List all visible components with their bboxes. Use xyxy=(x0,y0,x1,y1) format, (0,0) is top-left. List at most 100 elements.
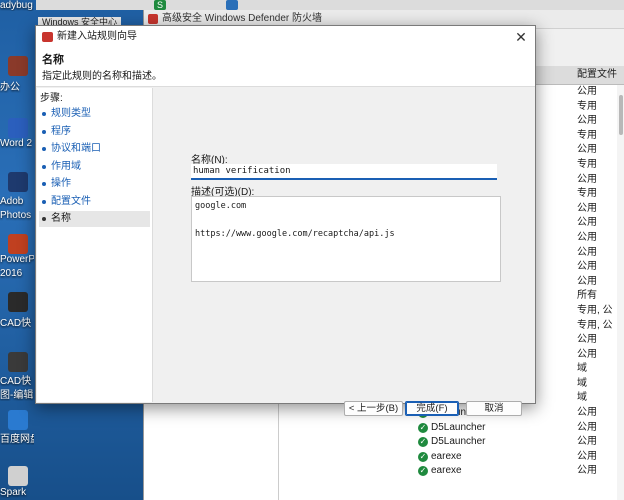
rule-profile: 专用, 公 xyxy=(577,319,613,331)
new-inbound-rule-wizard: 新建入站规则向导 ✕ 名称 指定此规则的名称和描述。 步骤: 规则类型程序协议和… xyxy=(35,25,536,416)
desktop-icon-label[interactable]: PowerP xyxy=(0,254,34,265)
step-label: 协议和端口 xyxy=(51,143,101,154)
rule-profile: 专用 xyxy=(577,129,597,141)
rule-profile: 专用 xyxy=(577,100,597,112)
firewall-rule-icon xyxy=(42,32,53,42)
bullet-icon xyxy=(42,182,46,186)
rule-profile: 专用 xyxy=(577,158,597,170)
rule-name: D5Launcher xyxy=(431,436,486,448)
rule-profile: 公用 xyxy=(577,465,597,477)
wizard-header: 名称 指定此规则的名称和描述。 xyxy=(36,48,535,87)
scrollbar-thumb[interactable] xyxy=(619,95,623,135)
description-field[interactable]: google.com https://www.google.com/recapt… xyxy=(191,196,501,282)
rule-profile: 域 xyxy=(577,392,587,404)
desktop-app-tile[interactable] xyxy=(8,466,28,486)
rule-profile: 公用 xyxy=(577,436,597,448)
bullet-icon xyxy=(42,147,46,151)
step-item[interactable]: 配置文件 xyxy=(39,194,150,210)
background-taskbar-strip: S xyxy=(36,0,624,10)
desktop-app-tile[interactable] xyxy=(8,292,28,312)
desktop-icon-label[interactable]: CAD快 xyxy=(0,372,34,387)
desktop-icon-label[interactable]: Adob xyxy=(0,196,34,207)
page-subtitle: 指定此规则的名称和描述。 xyxy=(42,71,162,82)
desktop-icon-label[interactable]: adybug xyxy=(0,0,34,11)
rule-profile: 专用 xyxy=(577,188,597,200)
rule-profile: 公用 xyxy=(577,217,597,229)
rule-profile: 所有 xyxy=(577,290,597,302)
rule-profile: 公用 xyxy=(577,246,597,258)
desktop-icon-label[interactable]: Word 2 xyxy=(0,138,34,149)
step-item[interactable]: 操作 xyxy=(39,176,150,192)
rule-profile: 域 xyxy=(577,363,587,375)
rule-profile: 公用 xyxy=(577,348,597,360)
desktop-app-tile[interactable] xyxy=(8,172,28,192)
wizard-titlebar[interactable]: 新建入站规则向导 ✕ xyxy=(36,26,535,48)
cancel-button[interactable]: 取消 xyxy=(466,401,522,416)
step-item[interactable]: 作用域 xyxy=(39,159,150,175)
table-row[interactable]: ✓D5Launcher 公用 xyxy=(279,421,624,436)
firewall-shield-icon xyxy=(148,14,158,24)
wizard-content: 名称(N): human verification 描述(可选)(D): goo… xyxy=(153,88,534,416)
back-button[interactable]: < 上一步(B) xyxy=(344,401,403,416)
rule-profile: 公用 xyxy=(577,334,597,346)
enabled-check-icon: ✓ xyxy=(418,451,428,462)
desktop-app-tile[interactable] xyxy=(8,234,28,254)
rule-profile: 公用 xyxy=(577,115,597,127)
desktop-icon-label[interactable]: 百度网盘 xyxy=(0,430,34,445)
rule-name: earexe xyxy=(431,450,462,462)
firewall-window-title: 高级安全 Windows Defender 防火墙 xyxy=(162,13,323,24)
step-item[interactable]: 名称 xyxy=(39,211,150,227)
table-row[interactable]: ✓ earexe 公用 xyxy=(279,450,624,465)
step-label: 名称 xyxy=(51,213,71,224)
wizard-title: 新建入站规则向导 xyxy=(57,31,137,42)
step-label: 操作 xyxy=(51,178,71,189)
step-item[interactable]: 规则类型 xyxy=(39,106,150,122)
step-item[interactable]: 程序 xyxy=(39,124,150,140)
step-item[interactable]: 协议和端口 xyxy=(39,141,150,157)
enabled-check-icon: ✓ xyxy=(418,466,428,477)
desktop-app-tile[interactable] xyxy=(8,118,28,138)
steps-pane: 步骤: 规则类型程序协议和端口作用域操作配置文件名称 xyxy=(37,88,153,402)
rule-profile: 公用 xyxy=(577,421,597,433)
desktop-icon-label[interactable]: Spark xyxy=(0,487,34,498)
column-header-profile[interactable]: 配置文件 xyxy=(577,66,617,84)
table-row[interactable]: ✓D5Launcher 公用 xyxy=(279,435,624,450)
table-row[interactable]: ✓ earexe 公用 xyxy=(279,464,624,479)
finish-button[interactable]: 完成(F) xyxy=(405,401,459,416)
rule-profile: 专用, 公 xyxy=(577,304,613,316)
page-title: 名称 xyxy=(42,54,64,66)
enabled-check-icon: ✓ xyxy=(418,422,428,433)
rule-profile: 公用 xyxy=(577,173,597,185)
rule-profile: 公用 xyxy=(577,231,597,243)
desktop-app-tile[interactable] xyxy=(8,410,28,430)
bullet-icon xyxy=(42,199,46,204)
desktop-icon-label[interactable]: Photos xyxy=(0,210,34,221)
desktop-icon-label[interactable]: 图-编辑 xyxy=(0,386,34,401)
step-label: 程序 xyxy=(51,125,71,137)
rule-profile: 域 xyxy=(577,377,587,389)
rule-profile: 公用 xyxy=(577,275,597,287)
rule-profile: 公用 xyxy=(577,86,597,97)
rule-profile: 公用 xyxy=(577,450,597,462)
desktop-icon-label[interactable]: 2016 xyxy=(0,268,34,279)
rule-name: D5Launcher xyxy=(431,421,486,433)
rule-profile: 公用 xyxy=(577,202,597,214)
rule-name: earexe xyxy=(431,465,462,477)
app-icon[interactable] xyxy=(226,0,238,10)
close-icon[interactable]: ✕ xyxy=(513,28,529,46)
desktop-icon-label[interactable]: CAD快 xyxy=(0,314,34,329)
steps-label: 步骤: xyxy=(40,93,63,104)
desktop-icon-label[interactable]: 办公 xyxy=(0,78,34,93)
desktop-app-tile[interactable] xyxy=(8,56,28,76)
rules-scrollbar[interactable] xyxy=(617,85,624,500)
name-field[interactable]: human verification xyxy=(191,164,497,180)
rule-profile: 公用 xyxy=(577,407,597,419)
desktop-app-tile[interactable] xyxy=(8,352,28,372)
bullet-icon xyxy=(42,129,46,134)
step-label: 规则类型 xyxy=(51,108,91,119)
enabled-check-icon: ✓ xyxy=(418,437,428,448)
rule-profile: 公用 xyxy=(577,261,597,273)
rule-profile: 公用 xyxy=(577,144,597,156)
app-s-icon[interactable]: S xyxy=(154,0,166,10)
bullet-icon xyxy=(42,112,46,116)
